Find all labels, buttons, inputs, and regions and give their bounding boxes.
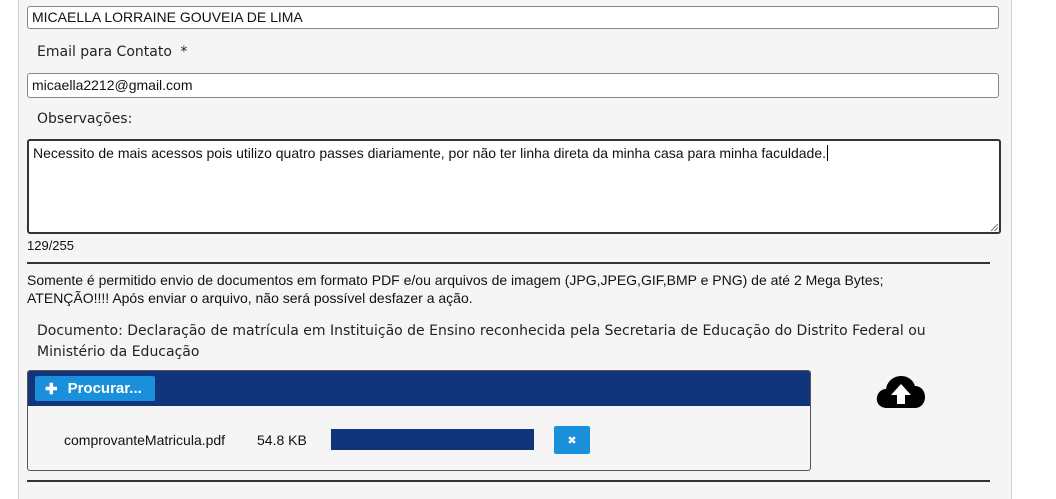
- email-field[interactable]: micaella2212@gmail.com: [27, 73, 999, 98]
- upload-instructions: Somente é permitido envio de documentos …: [27, 271, 987, 307]
- email-label-text: Email para Contato: [37, 44, 172, 60]
- observations-text: Necessito de mais acessos pois utilizo q…: [33, 145, 826, 161]
- cloud-upload-icon: [875, 372, 927, 412]
- file-size: 54.8 KB: [257, 432, 307, 448]
- upload-progress-bar: [331, 429, 534, 450]
- name-field[interactable]: MICAELLA LORRAINE GOUVEIA DE LIMA: [27, 6, 999, 29]
- divider-top: [27, 262, 990, 264]
- email-label: Email para Contato *: [37, 44, 187, 60]
- required-marker: *: [180, 44, 188, 60]
- resize-handle[interactable]: [991, 224, 998, 231]
- document-label: Documento: Declaração de matrícula em In…: [37, 323, 926, 360]
- upload-progress-fill: [331, 429, 534, 450]
- upload-header: ✚ Procurar...: [28, 371, 810, 406]
- browse-button[interactable]: ✚ Procurar...: [35, 376, 155, 401]
- remove-file-button[interactable]: ✖: [554, 426, 590, 454]
- observations-textarea[interactable]: Necessito de mais acessos pois utilizo q…: [27, 139, 1001, 234]
- upload-instructions-line1: Somente é permitido envio de documentos …: [27, 272, 884, 288]
- browse-button-label: Procurar...: [67, 380, 142, 397]
- observations-label: Observações:: [37, 111, 133, 127]
- file-name: comprovanteMatricula.pdf: [64, 432, 226, 448]
- divider-bottom: [27, 480, 990, 482]
- plus-icon: ✚: [45, 380, 58, 398]
- text-cursor: [827, 145, 828, 161]
- file-upload: ✚ Procurar... comprovanteMatricula.pdf 5…: [27, 370, 811, 471]
- upload-instructions-line2: ATENÇÃO!!!! Após enviar o arquivo, não s…: [27, 290, 473, 306]
- close-icon: ✖: [567, 433, 577, 447]
- character-counter: 129/255: [27, 238, 74, 253]
